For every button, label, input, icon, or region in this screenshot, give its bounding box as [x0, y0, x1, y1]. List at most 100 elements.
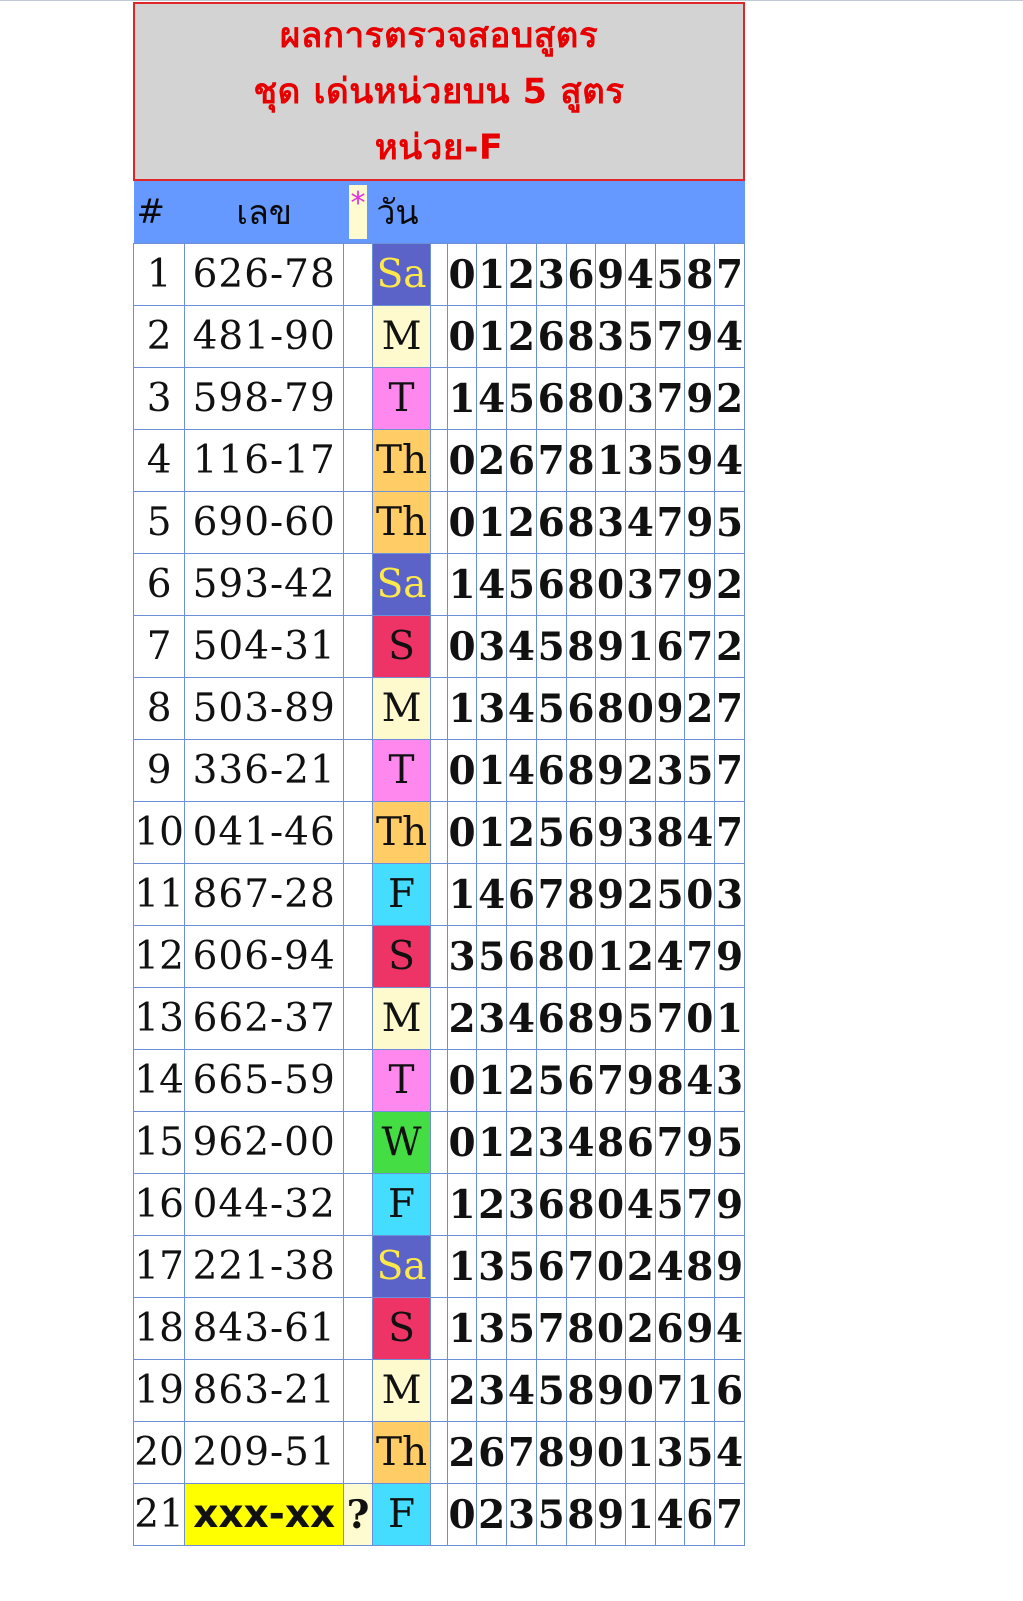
row-lek: 503-89	[184, 677, 345, 740]
digit: 4	[714, 429, 745, 492]
row-mark	[343, 739, 373, 802]
row-day: Th	[371, 491, 432, 554]
digit: 7	[595, 1049, 626, 1112]
digit: 7	[565, 1235, 597, 1298]
table-row: 2 481-90 M 0 1 2 6 8 3 5 7 9 4	[132, 305, 745, 368]
table-header: # เลข * วัน	[133, 181, 745, 244]
results-panel: ผลการตรวจสอบสูตร ชุด เด่นหน่วยบน 5 สูตร …	[132, 2, 745, 1546]
digit: 9	[595, 1483, 626, 1546]
digit: 0	[684, 987, 716, 1050]
row-mark	[343, 987, 373, 1050]
digit: 1	[476, 243, 508, 306]
digit: 6	[535, 553, 567, 616]
table-row: 14 665-59 T 0 1 2 5 6 7 9 8 4 3	[132, 1049, 745, 1112]
digit: 5	[506, 1297, 537, 1360]
digit: 9	[714, 1235, 745, 1298]
digit: 8	[535, 925, 567, 988]
row-number: 4	[132, 429, 186, 492]
digit: 1	[476, 491, 508, 554]
digit: 3	[654, 1421, 686, 1484]
row-day: W	[371, 1111, 432, 1174]
digit: 4	[476, 553, 508, 616]
digit: 9	[714, 1173, 745, 1236]
digit: 4	[654, 925, 686, 988]
table-row: 19 863-21 M 2 3 4 5 8 9 0 7 1 6	[132, 1359, 745, 1422]
digit: 3	[446, 925, 478, 988]
digit-hit: 1	[446, 1235, 478, 1298]
digit: 9	[684, 305, 716, 368]
row-day: M	[371, 987, 432, 1050]
digit-hit: 9	[565, 1421, 597, 1484]
digit: 6	[624, 1111, 656, 1174]
digit: 7	[714, 243, 745, 306]
row-day: Th	[371, 801, 432, 864]
digit: 5	[684, 1421, 716, 1484]
digit: 4	[714, 1297, 745, 1360]
row-day: T	[371, 739, 432, 802]
digit-hit: 3	[624, 553, 656, 616]
row-gap	[430, 677, 448, 740]
digit: 2	[446, 1359, 478, 1422]
table-row: 12 606-94 S 3 5 6 8 0 1 2 4 7 9	[132, 925, 745, 988]
row-lek: xxx-xx	[184, 1483, 345, 1546]
digit: 9	[595, 615, 626, 678]
digit: 6	[565, 801, 597, 864]
table-row: 18 843-61 S 1 3 5 7 8 0 2 6 9 4	[132, 1297, 745, 1360]
digit: 2	[446, 1421, 478, 1484]
digit: 5	[506, 1235, 537, 1298]
table-row: 5 690-60 Th 0 1 2 6 8 3 4 7 9 5	[132, 491, 745, 554]
digit: 8	[684, 243, 716, 306]
row-number: 2	[132, 305, 186, 368]
digit: 7	[654, 553, 686, 616]
digit: 8	[595, 677, 626, 740]
digit: 3	[595, 491, 626, 554]
digit-hit: 4	[506, 615, 537, 678]
digit: 5	[535, 801, 567, 864]
digit: 5	[654, 863, 686, 926]
digit: 6	[535, 367, 567, 430]
digit-hit: 6	[565, 243, 597, 306]
digit: 5	[476, 925, 508, 988]
digit: 8	[565, 987, 597, 1050]
digit: 2	[476, 429, 508, 492]
digit: 8	[565, 305, 597, 368]
digit: 3	[624, 429, 656, 492]
row-lek: 665-59	[184, 1049, 345, 1112]
digit: 7	[654, 987, 686, 1050]
digit-hit: 3	[476, 1359, 508, 1422]
digit: 4	[506, 987, 537, 1050]
digit: 2	[624, 1297, 656, 1360]
digit: 0	[595, 367, 626, 430]
row-gap	[430, 987, 448, 1050]
row-mark	[343, 243, 373, 306]
row-gap	[430, 367, 448, 430]
digit: 7	[714, 677, 745, 740]
row-mark	[343, 1421, 373, 1484]
digit: 7	[506, 1421, 537, 1484]
row-number: 19	[132, 1359, 186, 1422]
digit: 0	[595, 1297, 626, 1360]
digit: 0	[595, 553, 626, 616]
digit: 3	[506, 1483, 537, 1546]
digit-hit: 1	[476, 305, 508, 368]
digit: 2	[624, 739, 656, 802]
table-row: 15 962-00 W 0 1 2 3 4 8 6 7 9 5	[132, 1111, 745, 1174]
digit: 1	[446, 1297, 478, 1360]
digit: 3	[654, 739, 686, 802]
digit: 1	[446, 553, 478, 616]
digit: 1	[595, 429, 626, 492]
digit: 9	[624, 1049, 656, 1112]
digit: 3	[624, 367, 656, 430]
digit: 5	[535, 677, 567, 740]
row-gap	[430, 739, 448, 802]
table-row: 20 209-51 Th 2 6 7 8 9 0 1 3 5 4	[132, 1421, 745, 1484]
row-gap	[430, 925, 448, 988]
row-number: 11	[132, 863, 186, 926]
digit: 5	[535, 615, 567, 678]
digit: 6	[535, 1235, 567, 1298]
digit: 7	[714, 739, 745, 802]
digit: 4	[654, 1235, 686, 1298]
row-day: M	[371, 677, 432, 740]
digit: 0	[446, 1483, 478, 1546]
row-lek: 598-79	[184, 367, 345, 430]
